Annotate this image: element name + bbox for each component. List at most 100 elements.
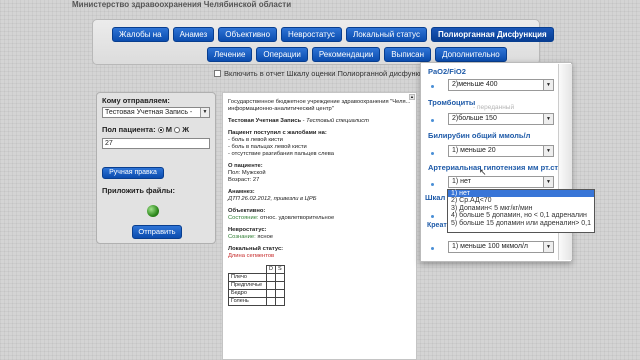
bullet-icon	[431, 247, 434, 250]
nav-anamnesis-button[interactable]: Анамез	[172, 27, 215, 42]
bilirubin-label: Билирубин общий ммоль/л	[428, 131, 531, 140]
pao2-select[interactable]: 2)меньше 400 ▼	[448, 79, 554, 91]
table-cell	[275, 297, 285, 306]
nav-complaints-button[interactable]: Жалобы на	[112, 27, 169, 42]
complaints-title: Пациент поступил с жалобами на:	[228, 130, 327, 136]
nav-additional-button[interactable]: Дополнительно	[435, 47, 507, 62]
send-to-label: Кому отправляем:	[102, 96, 170, 105]
table-corner	[228, 265, 267, 274]
send-panel: Кому отправляем: Тестовая Учетная Запись…	[96, 92, 216, 244]
table-cell	[266, 281, 276, 290]
age-input[interactable]: 27	[102, 138, 210, 149]
send-to-select[interactable]: Тестовая Учетная Запись - ▼	[102, 107, 210, 118]
attach-files-label: Приложить файлы:	[102, 186, 176, 195]
segments-table: D S Плечо Предплечье Бедро Голень	[228, 265, 285, 306]
gender-female-radio[interactable]	[174, 127, 181, 134]
table-row-label: Предплечье	[228, 281, 267, 290]
dropdown-option[interactable]: 5) больше 15 допамин или адреналин> 0,1	[448, 220, 594, 227]
anamnesis-section: Анамнез: ДТП 26.02.2012, привезли в ЦРБ	[228, 189, 411, 203]
hypotension-label: Артериальная гипотензия мм рт.ст.	[428, 163, 560, 172]
complaint-item: - боль в пальцах левой кисти	[228, 144, 307, 150]
nav-neurostatus-button[interactable]: Невростатус	[281, 27, 342, 42]
include-scale-option[interactable]: Включить в отчет Шкалу оценки Полиорганн…	[214, 69, 432, 78]
mouse-cursor-icon: ↖	[479, 167, 487, 177]
objective-value: относ. удовлетворительное	[260, 215, 335, 221]
table-cell	[275, 273, 285, 282]
table-row-label: Голень	[228, 297, 267, 306]
nav-operations-button[interactable]: Операции	[256, 47, 308, 62]
patient-title: О пациенте:	[228, 163, 263, 169]
dropdown-option[interactable]: 2) Ср.АД<70	[448, 197, 594, 204]
table-cell	[266, 273, 276, 282]
objective-title: Объективно:	[228, 208, 266, 214]
dropdown-option[interactable]: 1) нет	[448, 190, 594, 198]
table-row: Плечо	[228, 273, 285, 282]
patient-gender: Пол: Мужской	[228, 170, 266, 176]
local-section: Локальный статус: Длина сегментов	[228, 246, 411, 260]
table-cell	[275, 289, 285, 298]
neuro-value: ясное	[257, 234, 274, 240]
table-header-cell: S	[275, 265, 285, 274]
table-header-row: D S	[228, 265, 285, 274]
table-row-label: Плечо	[228, 273, 267, 282]
nav-row-secondary: Лечение Операции Рекомендации Выписан До…	[207, 47, 507, 62]
globe-icon[interactable]	[147, 205, 159, 217]
chevron-down-icon[interactable]: ▼	[543, 177, 553, 187]
hypotension-select[interactable]: 1) нет ▼	[448, 176, 554, 188]
scroll-up-icon[interactable]: ▲	[409, 94, 415, 100]
chevron-down-icon[interactable]: ▼	[200, 108, 209, 117]
objective-key: Состояние:	[228, 215, 259, 221]
table-row-label: Бедро	[228, 289, 267, 298]
gender-male-radio[interactable]	[157, 127, 164, 134]
local-title: Локальный статус:	[228, 246, 284, 252]
chevron-down-icon[interactable]: ▼	[543, 114, 553, 124]
nav-local-status-button[interactable]: Локальный статус	[345, 27, 427, 42]
anamnesis-text: ДТП 26.02.2012, привезли в ЦРБ	[228, 196, 317, 202]
gender-female-label: Ж	[182, 125, 190, 134]
nav-discharged-button[interactable]: Выписан	[384, 47, 432, 62]
neuro-key: Сознание:	[228, 234, 256, 240]
anamnesis-title: Анамнез:	[228, 189, 255, 195]
manual-edit-button[interactable]: Ручная правка	[102, 167, 164, 179]
bilirubin-select[interactable]: 1) меньше 20 ▼	[448, 145, 554, 157]
platelets-select[interactable]: 2)больше 150 ▼	[448, 113, 554, 125]
table-header-cell: D	[266, 265, 276, 274]
nav-objective-button[interactable]: Объективно	[218, 27, 278, 42]
send-button[interactable]: Отправить	[132, 225, 182, 239]
include-scale-checkbox[interactable]	[214, 70, 221, 77]
report-preview: ▲ Государственное бюджетное учреждение з…	[222, 92, 417, 360]
nav-recommendations-button[interactable]: Рекомендации	[311, 47, 381, 62]
hypotension-value: 1) нет	[452, 178, 471, 185]
nav-treatment-button[interactable]: Лечение	[207, 47, 253, 62]
dropdown-option[interactable]: 4) больше 5 допамин, но < 0,1 адреналин	[448, 212, 594, 219]
chevron-down-icon[interactable]: ▼	[543, 146, 553, 156]
ministry-title: Министерство здравоохранения Челябинской…	[72, 0, 292, 9]
navigation-panel: Жалобы на Анамез Объективно Невростатус …	[92, 19, 554, 65]
chevron-down-icon[interactable]: ▼	[543, 242, 553, 252]
include-scale-label: Включить в отчет Шкалу оценки Полиорганн…	[224, 69, 432, 78]
table-cell	[266, 289, 276, 298]
pao2-value: 2)меньше 400	[452, 81, 498, 88]
account-line: Тестовая Учетная Запись - Тестовый специ…	[228, 118, 369, 124]
table-row: Предплечье	[228, 281, 285, 290]
hypotension-dropdown-list[interactable]: 1) нет 2) Ср.АД<70 3) Допамин< 5 мкг/кг/…	[447, 189, 595, 233]
account-role: Тестовый специалист	[306, 118, 369, 124]
pao2-label: PaO2/FiO2	[428, 67, 466, 76]
nav-multiorgan-dysfunction-button[interactable]: Полиорганная Дисфункция	[430, 27, 554, 42]
complaints-section: Пациент поступил с жалобами на: - боль в…	[228, 130, 411, 158]
creatinine-value: 1) меньше 100 мкмол/л	[452, 243, 529, 250]
table-cell	[266, 297, 276, 306]
chevron-down-icon[interactable]: ▼	[543, 80, 553, 90]
bullet-icon	[431, 152, 434, 155]
bullet-icon	[431, 215, 434, 218]
patient-age: Возраст: 27	[228, 177, 260, 183]
table-row: Голень	[228, 297, 285, 306]
platelets-ghost-text: - переданный	[473, 104, 515, 111]
glasgow-label: Шкал	[425, 193, 446, 202]
bullet-icon	[431, 183, 434, 186]
platelets-label: Тромбоциты	[428, 98, 476, 107]
neuro-section: Невростатус: Сознание: ясное	[228, 227, 411, 241]
complaint-item: - отсутствие разгибания пальцев слева	[228, 151, 334, 157]
local-value: Длина сегментов	[228, 253, 275, 259]
creatinine-select[interactable]: 1) меньше 100 мкмол/л ▼	[448, 241, 554, 253]
